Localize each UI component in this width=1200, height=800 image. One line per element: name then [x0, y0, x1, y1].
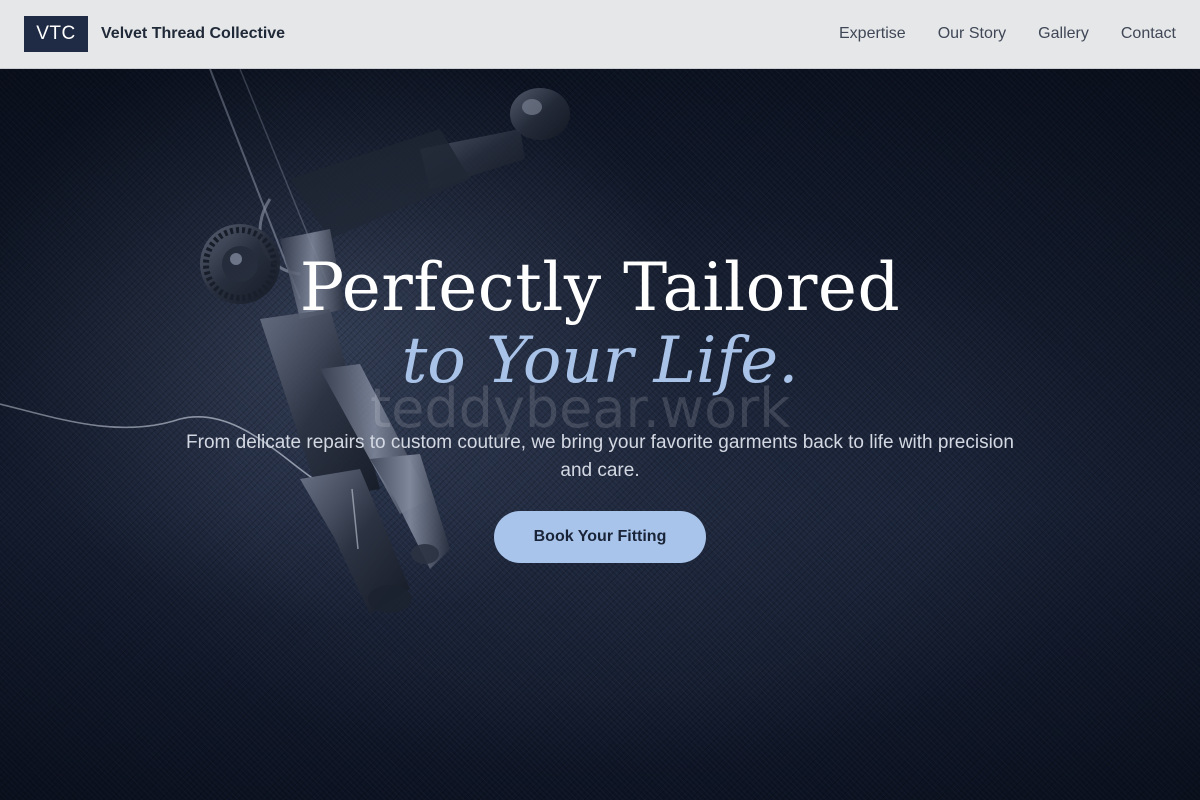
hero-subtitle: From delicate repairs to custom couture,… [186, 432, 1014, 481]
hero-headline-line1: Perfectly Tailored [299, 249, 901, 326]
nav-link-expertise[interactable]: Expertise [839, 25, 906, 43]
nav-link-gallery[interactable]: Gallery [1038, 25, 1089, 43]
site-header: VTC Velvet Thread Collective Expertise O… [0, 0, 1200, 69]
nav-link-our-story[interactable]: Our Story [938, 25, 1006, 43]
hero-headline-line2: to Your Life. [401, 324, 799, 398]
brand[interactable]: VTC Velvet Thread Collective [24, 16, 285, 52]
book-fitting-button[interactable]: Book Your Fitting [494, 511, 706, 563]
main-nav: Expertise Our Story Gallery Contact [839, 25, 1176, 43]
logo-mark[interactable]: VTC [24, 16, 88, 52]
nav-link-contact[interactable]: Contact [1121, 25, 1176, 43]
hero-content: Perfectly Tailored to Your Life. From de… [0, 255, 1200, 563]
hero-section: teddybear.work Perfectly Tailored to You… [0, 69, 1200, 800]
brand-name[interactable]: Velvet Thread Collective [101, 25, 285, 43]
hero-headline: Perfectly Tailored to Your Life. [0, 249, 1200, 398]
